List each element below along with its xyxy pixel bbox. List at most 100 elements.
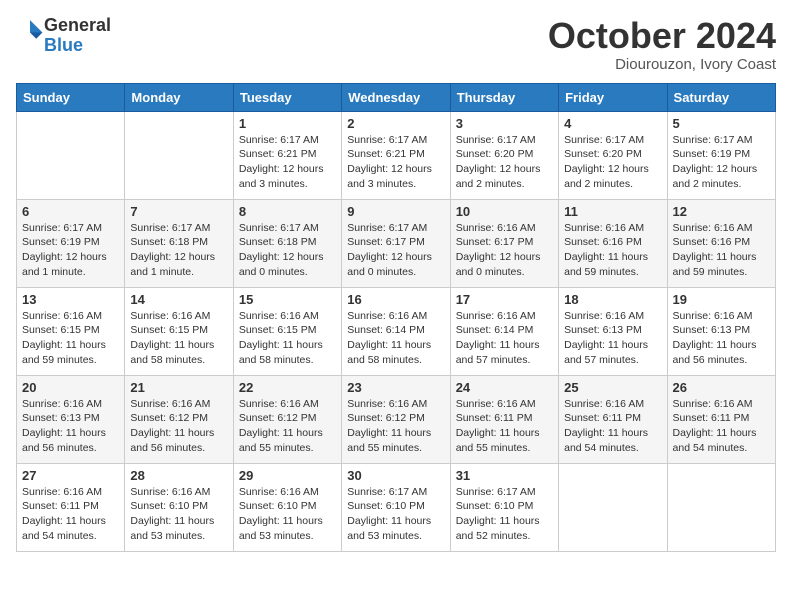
day-detail: Sunrise: 6:16 AM Sunset: 6:14 PM Dayligh… (456, 309, 553, 368)
calendar-cell: 23Sunrise: 6:16 AM Sunset: 6:12 PM Dayli… (342, 375, 450, 463)
day-number: 9 (347, 204, 444, 219)
logo: General Blue (16, 16, 111, 56)
calendar-week-row: 1 Sunrise: 6:17 AM Sunset: 6:21 PM Daylig… (17, 111, 776, 199)
day-number: 13 (22, 292, 119, 307)
calendar-cell: 5 Sunrise: 6:17 AM Sunset: 6:19 PM Daylig… (667, 111, 775, 199)
day-number: 26 (673, 380, 770, 395)
day-number: 20 (22, 380, 119, 395)
calendar-cell: 2 Sunrise: 6:17 AM Sunset: 6:21 PM Daylig… (342, 111, 450, 199)
calendar-cell: 24Sunrise: 6:16 AM Sunset: 6:11 PM Dayli… (450, 375, 558, 463)
day-detail: Sunrise: 6:17 AM Sunset: 6:20 PM Dayligh… (564, 133, 661, 192)
day-detail: Sunrise: 6:16 AM Sunset: 6:17 PM Dayligh… (456, 221, 553, 280)
logo-blue: Blue (44, 36, 111, 56)
day-number: 18 (564, 292, 661, 307)
day-number: 6 (22, 204, 119, 219)
day-number: 7 (130, 204, 227, 219)
month-title: October 2024 (548, 16, 776, 56)
logo-general: General (44, 16, 111, 36)
day-detail: Sunrise: 6:16 AM Sunset: 6:11 PM Dayligh… (564, 397, 661, 456)
calendar-cell: 9 Sunrise: 6:17 AM Sunset: 6:17 PM Daylig… (342, 199, 450, 287)
day-detail: Sunrise: 6:17 AM Sunset: 6:20 PM Dayligh… (456, 133, 553, 192)
page-container: General Blue October 2024 Diourouzon, Iv… (0, 0, 792, 562)
day-number: 12 (673, 204, 770, 219)
day-detail: Sunrise: 6:17 AM Sunset: 6:19 PM Dayligh… (22, 221, 119, 280)
calendar-cell: 4 Sunrise: 6:17 AM Sunset: 6:20 PM Daylig… (559, 111, 667, 199)
calendar-cell: 28 Sunrise: 6:16 AM Sunset: 6:10 PM Dayli… (125, 463, 233, 551)
day-number: 27 (22, 468, 119, 483)
day-detail: Sunrise: 6:16 AM Sunset: 6:13 PM Dayligh… (673, 309, 770, 368)
day-detail: Sunrise: 6:17 AM Sunset: 6:17 PM Dayligh… (347, 221, 444, 280)
page-header: General Blue October 2024 Diourouzon, Iv… (16, 16, 776, 73)
title-block: October 2024 Diourouzon, Ivory Coast (548, 16, 776, 73)
day-detail: Sunrise: 6:16 AM Sunset: 6:10 PM Dayligh… (239, 485, 336, 544)
calendar-cell: 7 Sunrise: 6:17 AM Sunset: 6:18 PM Daylig… (125, 199, 233, 287)
day-detail: Sunrise: 6:16 AM Sunset: 6:13 PM Dayligh… (22, 397, 119, 456)
day-number: 14 (130, 292, 227, 307)
day-detail: Sunrise: 6:16 AM Sunset: 6:15 PM Dayligh… (239, 309, 336, 368)
calendar-cell: 21Sunrise: 6:16 AM Sunset: 6:12 PM Dayli… (125, 375, 233, 463)
day-detail: Sunrise: 6:16 AM Sunset: 6:11 PM Dayligh… (22, 485, 119, 544)
calendar-cell (125, 111, 233, 199)
calendar-cell: 17 Sunrise: 6:16 AM Sunset: 6:14 PM Dayli… (450, 287, 558, 375)
calendar-week-row: 13 Sunrise: 6:16 AM Sunset: 6:15 PM Dayli… (17, 287, 776, 375)
day-number: 3 (456, 116, 553, 131)
day-detail: Sunrise: 6:16 AM Sunset: 6:15 PM Dayligh… (130, 309, 227, 368)
calendar-cell: 19 Sunrise: 6:16 AM Sunset: 6:13 PM Dayli… (667, 287, 775, 375)
day-detail: Sunrise: 6:17 AM Sunset: 6:21 PM Dayligh… (347, 133, 444, 192)
calendar-week-row: 27 Sunrise: 6:16 AM Sunset: 6:11 PM Dayli… (17, 463, 776, 551)
calendar-cell: 12Sunrise: 6:16 AM Sunset: 6:16 PM Dayli… (667, 199, 775, 287)
day-detail: Sunrise: 6:16 AM Sunset: 6:15 PM Dayligh… (22, 309, 119, 368)
calendar-cell: 10 Sunrise: 6:16 AM Sunset: 6:17 PM Dayli… (450, 199, 558, 287)
calendar-body: 1 Sunrise: 6:17 AM Sunset: 6:21 PM Daylig… (17, 111, 776, 551)
calendar-header: SundayMondayTuesdayWednesdayThursdayFrid… (17, 83, 776, 111)
calendar-cell: 30 Sunrise: 6:17 AM Sunset: 6:10 PM Dayli… (342, 463, 450, 551)
day-number: 30 (347, 468, 444, 483)
calendar-cell: 20 Sunrise: 6:16 AM Sunset: 6:13 PM Dayli… (17, 375, 125, 463)
day-number: 19 (673, 292, 770, 307)
calendar-cell: 26 Sunrise: 6:16 AM Sunset: 6:11 PM Dayli… (667, 375, 775, 463)
calendar-cell: 15 Sunrise: 6:16 AM Sunset: 6:15 PM Dayli… (233, 287, 341, 375)
calendar-cell: 3 Sunrise: 6:17 AM Sunset: 6:20 PM Daylig… (450, 111, 558, 199)
day-detail: Sunrise: 6:17 AM Sunset: 6:10 PM Dayligh… (456, 485, 553, 544)
day-number: 10 (456, 204, 553, 219)
day-detail: Sunrise: 6:16 AM Sunset: 6:12 PM Dayligh… (347, 397, 444, 456)
day-header-monday: Monday (125, 83, 233, 111)
day-header-tuesday: Tuesday (233, 83, 341, 111)
day-number: 16 (347, 292, 444, 307)
day-number: 17 (456, 292, 553, 307)
day-number: 15 (239, 292, 336, 307)
calendar-cell: 6 Sunrise: 6:17 AM Sunset: 6:19 PM Daylig… (17, 199, 125, 287)
day-number: 5 (673, 116, 770, 131)
day-number: 2 (347, 116, 444, 131)
day-number: 4 (564, 116, 661, 131)
calendar-week-row: 20 Sunrise: 6:16 AM Sunset: 6:13 PM Dayli… (17, 375, 776, 463)
day-detail: Sunrise: 6:17 AM Sunset: 6:10 PM Dayligh… (347, 485, 444, 544)
day-number: 29 (239, 468, 336, 483)
day-number: 11 (564, 204, 661, 219)
calendar-cell: 11Sunrise: 6:16 AM Sunset: 6:16 PM Dayli… (559, 199, 667, 287)
calendar-cell: 1 Sunrise: 6:17 AM Sunset: 6:21 PM Daylig… (233, 111, 341, 199)
day-number: 31 (456, 468, 553, 483)
day-detail: Sunrise: 6:17 AM Sunset: 6:18 PM Dayligh… (130, 221, 227, 280)
calendar-cell: 25Sunrise: 6:16 AM Sunset: 6:11 PM Dayli… (559, 375, 667, 463)
day-number: 8 (239, 204, 336, 219)
day-detail: Sunrise: 6:16 AM Sunset: 6:12 PM Dayligh… (239, 397, 336, 456)
day-detail: Sunrise: 6:17 AM Sunset: 6:19 PM Dayligh… (673, 133, 770, 192)
day-detail: Sunrise: 6:17 AM Sunset: 6:21 PM Dayligh… (239, 133, 336, 192)
day-number: 28 (130, 468, 227, 483)
calendar-cell: 31 Sunrise: 6:17 AM Sunset: 6:10 PM Dayli… (450, 463, 558, 551)
location: Diourouzon, Ivory Coast (548, 56, 776, 73)
calendar-cell: 16Sunrise: 6:16 AM Sunset: 6:14 PM Dayli… (342, 287, 450, 375)
day-number: 24 (456, 380, 553, 395)
calendar-cell: 27 Sunrise: 6:16 AM Sunset: 6:11 PM Dayli… (17, 463, 125, 551)
calendar-cell: 14 Sunrise: 6:16 AM Sunset: 6:15 PM Dayli… (125, 287, 233, 375)
day-header-wednesday: Wednesday (342, 83, 450, 111)
logo-icon (16, 17, 44, 45)
day-header-saturday: Saturday (667, 83, 775, 111)
day-number: 1 (239, 116, 336, 131)
calendar-table: SundayMondayTuesdayWednesdayThursdayFrid… (16, 83, 776, 552)
day-number: 22 (239, 380, 336, 395)
day-detail: Sunrise: 6:16 AM Sunset: 6:10 PM Dayligh… (130, 485, 227, 544)
day-detail: Sunrise: 6:16 AM Sunset: 6:11 PM Dayligh… (673, 397, 770, 456)
day-header-sunday: Sunday (17, 83, 125, 111)
